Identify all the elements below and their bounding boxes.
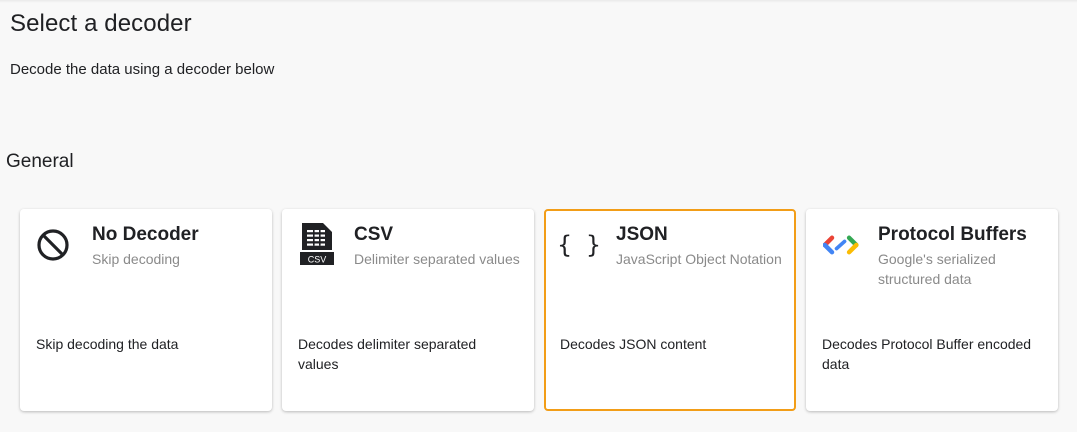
card-body-text: Decodes delimiter separated values <box>298 336 477 372</box>
card-description: JavaScript Object Notation <box>616 251 782 267</box>
decoder-card-csv[interactable]: CSV CSV Delimiter separated values Decod… <box>282 209 534 411</box>
csv-icon-label: CSV <box>308 255 327 265</box>
card-title: CSV <box>354 224 394 245</box>
decoder-card-no-decoder[interactable]: No Decoder Skip decoding Skip decoding t… <box>20 209 272 411</box>
page-subtitle: Decode the data using a decoder below <box>10 61 275 78</box>
card-body-text: Decodes JSON content <box>560 336 707 352</box>
card-title: No Decoder <box>92 224 199 245</box>
card-body-text: Decodes Protocol Buffer encoded data <box>822 336 1032 372</box>
braces-icon: { } <box>557 227 600 263</box>
card-title: Protocol Buffers <box>878 224 1027 245</box>
card-body-text: Skip decoding the data <box>36 336 179 352</box>
page-title: Select a decoder <box>10 10 192 37</box>
section-heading-general: General <box>6 151 74 172</box>
decoder-card-protocol-buffers[interactable]: Protocol Buffers Google's serialized str… <box>806 209 1058 411</box>
decoder-card-json[interactable]: { } JSON JavaScript Object Notation Deco… <box>544 209 796 411</box>
top-divider <box>0 0 1077 3</box>
braces-icon-glyph: { } <box>557 231 601 259</box>
block-icon <box>37 227 73 263</box>
card-description: Google's serialized structured data <box>878 251 996 287</box>
protobuf-logo-icon <box>823 227 859 263</box>
card-description: Delimiter separated values <box>354 251 520 267</box>
csv-file-icon: CSV <box>299 223 335 265</box>
card-title: JSON <box>616 224 668 245</box>
card-description: Skip decoding <box>92 251 180 267</box>
